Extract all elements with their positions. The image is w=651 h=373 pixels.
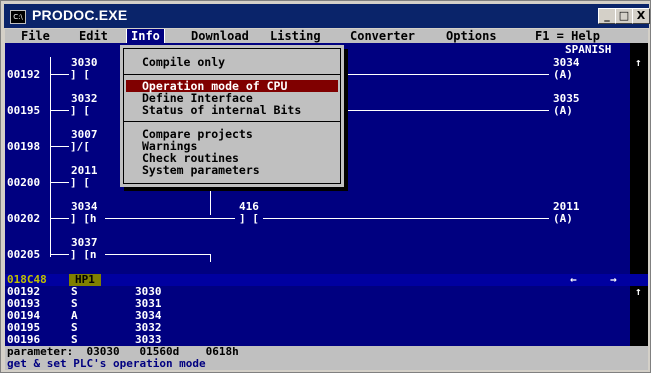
menu-help[interactable]: F1 = Help	[535, 30, 600, 42]
minimize-button[interactable]: _	[598, 8, 616, 24]
menu-bar: File Edit Info Download Listing Converte…	[5, 29, 648, 44]
application-window: C:\ PRODOC.EXE _ □ X File Edit Info Down…	[0, 0, 651, 373]
rung-wire	[345, 110, 549, 111]
menu-item-internal-bits[interactable]: Status of internal Bits	[126, 104, 338, 116]
rung-wire	[51, 182, 69, 183]
rung-wire	[51, 218, 69, 219]
console-app-icon[interactable]: C:\	[10, 10, 26, 24]
menu-separator	[123, 121, 341, 122]
rung-wire	[263, 218, 549, 219]
rung-line-number: 00202	[7, 212, 41, 225]
status-bar: 018C48 HP1 ← →	[5, 274, 648, 286]
info-dropdown-menu: Compile only Operation mode of CPU Defin…	[120, 45, 344, 187]
contact-symbol[interactable]: ] [n	[70, 249, 97, 261]
menu-file[interactable]: File	[21, 30, 50, 42]
rung-wire	[51, 146, 69, 147]
rung-wire	[345, 74, 549, 75]
menu-download[interactable]: Download	[191, 30, 249, 42]
arrow-right-icon[interactable]: →	[610, 274, 617, 286]
rung-wire	[51, 110, 69, 111]
menu-item-compile-only[interactable]: Compile only	[126, 56, 338, 68]
contact-symbol[interactable]: ] [	[70, 69, 90, 81]
contact-symbol[interactable]: ] [h	[70, 213, 97, 225]
contact-symbol[interactable]: ] [	[70, 105, 90, 117]
menu-item-system-parameters[interactable]: System parameters	[126, 164, 338, 176]
rung-wire	[105, 254, 211, 255]
menu-listing[interactable]: Listing	[270, 30, 321, 42]
rung-line-number: 00200	[7, 176, 41, 189]
help-hint: get & set PLC's operation mode	[7, 357, 206, 370]
rung-line-number: 00205	[7, 248, 41, 261]
branch-wire	[210, 187, 211, 215]
rung-line-number: 00195	[7, 104, 41, 117]
menu-edit[interactable]: Edit	[79, 30, 108, 42]
console-area: File Edit Info Download Listing Converte…	[5, 29, 648, 370]
language-label: SPANISH	[565, 43, 612, 56]
coil-symbol[interactable]: (A)	[553, 105, 573, 117]
rung-wire	[51, 74, 69, 75]
menu-options[interactable]: Options	[446, 30, 497, 42]
menu-separator	[123, 74, 341, 75]
rung-line-number: 00192	[7, 68, 41, 81]
power-rail-left	[50, 57, 51, 257]
branch-wire	[210, 254, 211, 262]
rung-line-number: 00198	[7, 140, 41, 153]
bottom-info-panel: parameter: 03030 01560d 0618h get & set …	[5, 346, 648, 370]
contact-symbol[interactable]: ] [	[70, 177, 90, 189]
coil-symbol[interactable]: (A)	[553, 213, 573, 225]
scroll-up-icon[interactable]: ↑	[635, 57, 642, 69]
contact-symbol[interactable]: ] [	[239, 213, 259, 225]
rung-wire	[105, 218, 235, 219]
close-button[interactable]: X	[632, 8, 650, 24]
contact-symbol[interactable]: ]/[	[70, 141, 90, 153]
scroll-up-icon[interactable]: ↑	[635, 286, 642, 298]
maximize-button[interactable]: □	[615, 8, 633, 24]
rung-wire	[51, 254, 69, 255]
menu-info[interactable]: Info	[126, 29, 165, 44]
coil-symbol[interactable]: (A)	[553, 69, 573, 81]
title-bar[interactable]: C:\ PRODOC.EXE _ □ X	[4, 4, 650, 28]
window-title: PRODOC.EXE	[32, 7, 128, 23]
arrow-left-icon[interactable]: ←	[570, 274, 577, 286]
menu-converter[interactable]: Converter	[350, 30, 415, 42]
